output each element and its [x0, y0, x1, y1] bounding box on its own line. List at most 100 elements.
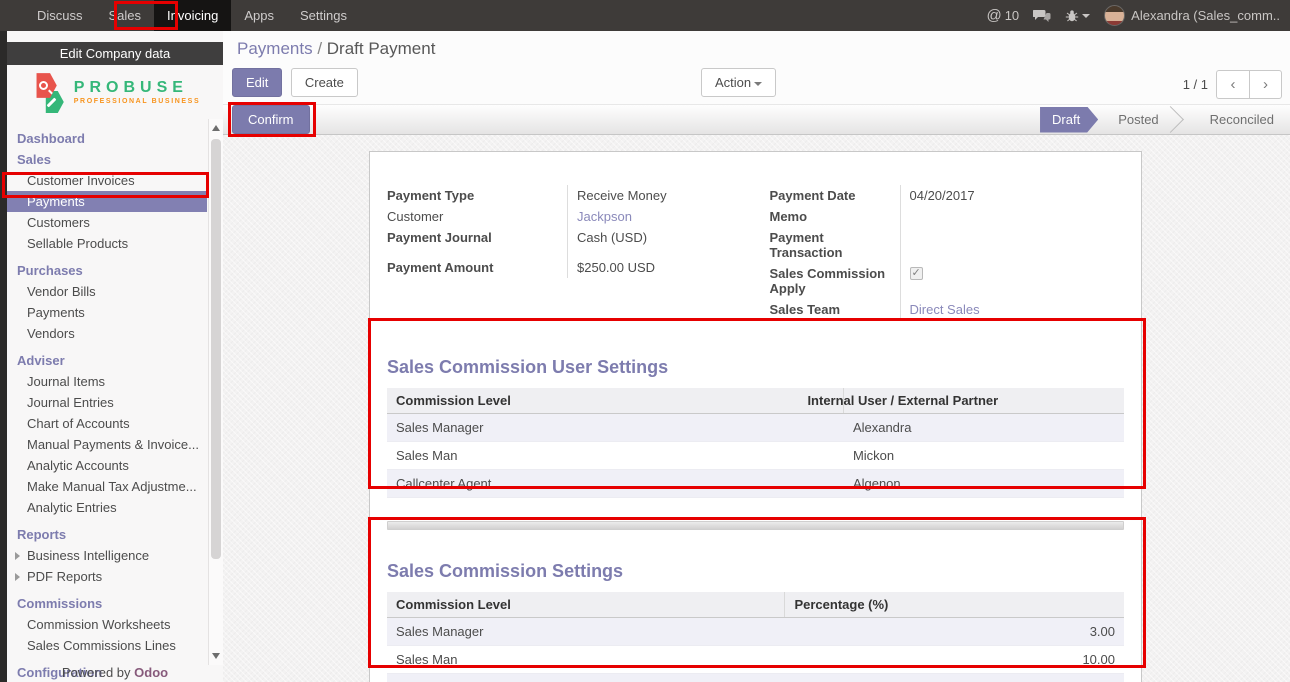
logo-brand-text: PROBUSE [74, 79, 200, 97]
sidebar-section-adviser[interactable]: Adviser [7, 350, 207, 371]
table-row[interactable]: Sales Man 10.00 [387, 646, 1124, 674]
column-percentage[interactable]: Percentage (%) [785, 592, 1124, 618]
sidebar-item-manual-payments[interactable]: Manual Payments & Invoice... [7, 434, 207, 455]
chat-icon[interactable] [1033, 9, 1051, 23]
sidebar-section-sales[interactable]: Sales [7, 149, 207, 170]
sidebar-section-dashboard[interactable]: Dashboard [7, 128, 207, 149]
powered-by: Powered by Odoo [7, 665, 223, 680]
user-menu[interactable]: Alexandra (Sales_comm.. [1104, 5, 1280, 26]
company-logo[interactable]: PROBUSE PROFESSIONAL BUSINESS [7, 65, 223, 119]
sidebar-item-sales-commissions-lines[interactable]: Sales Commissions Lines [7, 635, 207, 656]
action-dropdown[interactable]: Action [701, 68, 776, 97]
table1-horizontal-scrollbar[interactable] [387, 521, 1124, 530]
fields-left-column: Payment Type Receive Money Customer Jack… [387, 185, 756, 320]
customer-link[interactable]: Jackpson [577, 209, 632, 224]
sidebar-section-reports[interactable]: Reports [7, 524, 207, 545]
scroll-down-icon[interactable] [212, 653, 220, 659]
fields-right-column: Payment Date 04/20/2017 Memo Payment Tra… [756, 185, 1125, 320]
sidebar-item-manual-tax[interactable]: Make Manual Tax Adjustme... [7, 476, 207, 497]
form-view-background: Payment Type Receive Money Customer Jack… [223, 135, 1290, 682]
control-row: Edit Create Action 1 / 1 ‹ › [223, 68, 1290, 99]
mentions-button[interactable]: 10 [986, 7, 1019, 24]
create-button[interactable]: Create [291, 68, 358, 97]
column-commission-level[interactable]: Commission Level [387, 592, 785, 618]
sidebar-section-commissions[interactable]: Commissions [7, 593, 207, 614]
user-name: Alexandra (Sales_comm.. [1131, 8, 1280, 23]
table-row[interactable]: Sales Manager 3.00 [387, 618, 1124, 646]
sales-team-link[interactable]: Direct Sales [910, 302, 980, 317]
expand-arrow-icon [15, 552, 20, 560]
field-label-payment-transaction: Payment Transaction [770, 227, 900, 263]
field-label-payment-date: Payment Date [770, 185, 900, 206]
field-label-payment-amount: Payment Amount [387, 248, 567, 278]
sidebar-item-business-intelligence[interactable]: Business Intelligence [7, 545, 207, 566]
logo-hexagons-icon [30, 70, 70, 114]
pager-previous-button[interactable]: ‹ [1216, 70, 1249, 99]
confirm-button[interactable]: Confirm [232, 105, 310, 134]
scrollbar-thumb[interactable] [211, 139, 221, 559]
field-value-memo [900, 206, 1125, 227]
field-label-payment-type: Payment Type [387, 185, 567, 206]
table-row[interactable]: Sales Man Mickon [387, 442, 1124, 470]
debug-menu[interactable] [1065, 9, 1090, 23]
sidebar-item-analytic-accounts[interactable]: Analytic Accounts [7, 455, 207, 476]
status-draft[interactable]: Draft [1040, 107, 1098, 133]
sidebar-item-journal-entries[interactable]: Journal Entries [7, 392, 207, 413]
sidebar-item-journal-items[interactable]: Journal Items [7, 371, 207, 392]
menu-sales[interactable]: Sales [96, 0, 155, 31]
menu-settings[interactable]: Settings [287, 0, 360, 31]
field-value-payment-journal: Cash (USD) [567, 227, 756, 248]
sidebar: Edit Company data PROBUSE PROFESSIONAL B… [7, 31, 223, 682]
sidebar-item-pdf-reports[interactable]: PDF Reports [7, 566, 207, 587]
edit-button[interactable]: Edit [232, 68, 282, 97]
sidebar-section-purchases[interactable]: Purchases [7, 260, 207, 281]
sidebar-scrollbar[interactable] [208, 119, 223, 665]
expand-arrow-icon [15, 573, 20, 581]
sidebar-item-analytic-entries[interactable]: Analytic Entries [7, 497, 207, 518]
sidebar-item-payments-purchases[interactable]: Payments [7, 302, 207, 323]
scroll-up-icon[interactable] [212, 125, 220, 131]
sidebar-item-sellable-products[interactable]: Sellable Products [7, 233, 207, 254]
breadcrumb-payments[interactable]: Payments [237, 39, 313, 58]
sidebar-item-payments[interactable]: Payments [7, 191, 207, 212]
pager-next-button[interactable]: › [1249, 70, 1282, 99]
table-row[interactable]: Callcenter Agent Algenon [387, 470, 1124, 498]
sidebar-item-vendors[interactable]: Vendors [7, 323, 207, 344]
table-row[interactable]: Sales Manager Alexandra [387, 414, 1124, 442]
column-internal-user[interactable]: Internal User / External Partner [844, 388, 1124, 414]
breadcrumb-separator [313, 39, 327, 58]
sidebar-item-chart-of-accounts[interactable]: Chart of Accounts [7, 413, 207, 434]
table-row[interactable]: Callcenter Agent 7.00 [387, 674, 1124, 682]
form-sheet: Payment Type Receive Money Customer Jack… [369, 151, 1142, 682]
caret-down-icon [1082, 14, 1090, 18]
edit-company-button[interactable]: Edit Company data [7, 42, 223, 65]
field-value-payment-transaction [900, 227, 1125, 263]
status-reconciled[interactable]: Reconciled [1194, 112, 1290, 127]
mention-count: 10 [1005, 8, 1019, 23]
field-label-sales-commission-apply: Sales Commission Apply [770, 263, 900, 299]
sidebar-item-customers[interactable]: Customers [7, 212, 207, 233]
field-value-payment-amount: $250.00 USD [567, 248, 756, 278]
sidebar-menu: Dashboard Sales Customer Invoices Paymen… [7, 128, 223, 682]
menu-invoicing[interactable]: Invoicing [154, 0, 231, 31]
table-header-row: Commission Level Percentage (%) [387, 592, 1124, 618]
menu-discuss[interactable]: Discuss [24, 0, 96, 31]
field-label-customer: Customer [387, 206, 567, 227]
column-commission-level[interactable]: Commission Level [387, 388, 844, 414]
sidebar-item-customer-invoices[interactable]: Customer Invoices [7, 170, 207, 191]
pager: 1 / 1 ‹ › [1183, 70, 1282, 99]
section-title-user-settings: Sales Commission User Settings [387, 357, 1124, 378]
sidebar-item-vendor-bills[interactable]: Vendor Bills [7, 281, 207, 302]
sidebar-item-commission-worksheets[interactable]: Commission Worksheets [7, 614, 207, 635]
main-panel: PaymentsDraft Payment Edit Create Action… [223, 31, 1290, 682]
odoo-link[interactable]: Odoo [134, 665, 168, 680]
pager-label: 1 / 1 [1183, 77, 1208, 92]
status-chevron-icon [1157, 106, 1184, 133]
menu-apps[interactable]: Apps [231, 0, 287, 31]
avatar [1104, 5, 1125, 26]
sales-commission-apply-checkbox[interactable] [910, 267, 923, 280]
payment-fields: Payment Type Receive Money Customer Jack… [387, 185, 1124, 320]
field-label-payment-journal: Payment Journal [387, 227, 567, 248]
app-menus: Discuss Sales Invoicing Apps Settings [24, 0, 360, 31]
left-edge-strip [0, 31, 7, 682]
